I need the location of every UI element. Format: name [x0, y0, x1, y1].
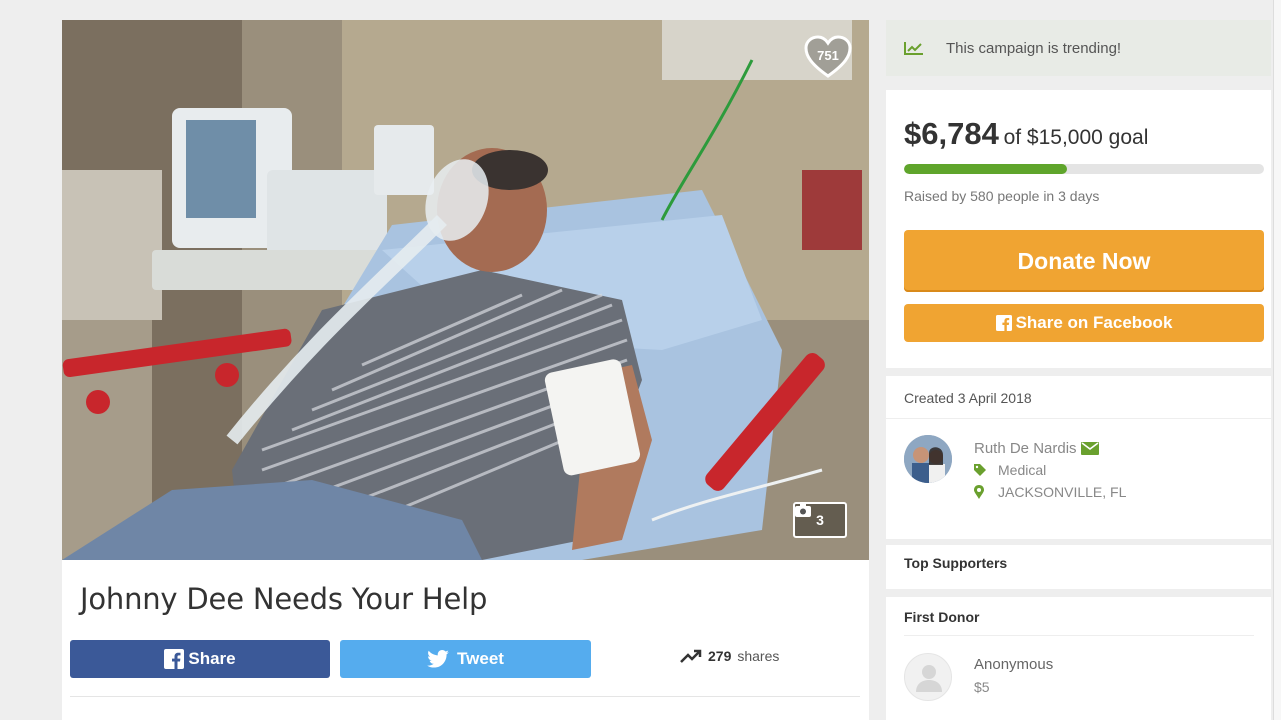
top-supporters-title: Top Supporters	[904, 555, 1008, 571]
twitter-icon	[427, 650, 449, 668]
donate-now-button[interactable]: Donate Now	[904, 230, 1264, 292]
facebook-share-label: Share	[188, 649, 236, 668]
envelope-icon[interactable]	[1080, 442, 1099, 455]
divider	[886, 418, 1271, 419]
category-row: Medical	[974, 462, 1046, 478]
organizer-panel: Created 3 April 2018 Ruth De Nardis Medi…	[886, 376, 1271, 539]
location: JACKSONVILLE, FL	[998, 484, 1127, 500]
amount-raised: $6,784 of $15,000 goal	[904, 116, 1148, 152]
tweet-label: Tweet	[457, 649, 504, 668]
donor-avatar	[904, 653, 952, 701]
first-donor-name: Anonymous	[974, 656, 1054, 673]
trending-banner: This campaign is trending!	[886, 20, 1271, 76]
user-icon	[916, 665, 942, 692]
top-supporters-panel: Top Supporters	[886, 545, 1271, 589]
photo-gallery-button[interactable]: 3	[793, 502, 847, 538]
shares-label: shares	[737, 648, 780, 664]
trending-icon	[680, 649, 702, 663]
trending-text: This campaign is trending!	[946, 39, 1122, 57]
share-row: Share Tweet 279 shares	[70, 640, 860, 678]
progress-bar-fill	[904, 164, 1067, 174]
facebook-share-button[interactable]: Share	[70, 640, 330, 678]
funding-panel: $6,784 of $15,000 goal Raised by 580 peo…	[886, 90, 1271, 368]
campaign-photo[interactable]: 751 3	[62, 20, 869, 560]
divider	[70, 696, 860, 697]
raised-amount: $6,784	[904, 116, 999, 151]
progress-bar	[904, 164, 1264, 174]
category[interactable]: Medical	[998, 462, 1046, 478]
goal-text: of $15,000 goal	[1003, 126, 1149, 149]
organizer-avatar[interactable]	[904, 435, 952, 483]
facebook-icon	[164, 649, 185, 669]
campaign-main-card: 751 3 Johnny Dee Needs Your Help Share T…	[62, 20, 869, 720]
location-row: JACKSONVILLE, FL	[974, 484, 1126, 500]
campaign-title: Johnny Dee Needs Your Help	[80, 582, 488, 616]
share-on-facebook-button[interactable]: Share on Facebook	[904, 304, 1264, 342]
like-count: 751	[817, 48, 839, 63]
share-on-facebook-label: Share on Facebook	[1015, 313, 1173, 332]
organizer-name[interactable]: Ruth De Nardis	[974, 440, 1077, 457]
facebook-icon	[995, 315, 1012, 331]
first-donor-title: First Donor	[904, 609, 980, 625]
organizer-photo	[904, 435, 952, 483]
scrollbar[interactable]	[1273, 0, 1281, 720]
created-date: Created 3 April 2018	[904, 390, 1032, 406]
trending-chart-icon	[904, 42, 923, 55]
raised-by-text: Raised by 580 people in 3 days	[904, 188, 1100, 204]
hospital-photo-illustration	[62, 20, 869, 560]
tag-icon	[974, 464, 986, 476]
organizer-name-row: Ruth De Nardis	[974, 440, 1099, 457]
divider	[904, 635, 1254, 636]
camera-icon	[795, 504, 811, 517]
tweet-button[interactable]: Tweet	[340, 640, 591, 678]
location-pin-icon	[974, 485, 984, 499]
first-donor-amount: $5	[974, 679, 990, 695]
share-count: 279 shares	[680, 648, 779, 664]
first-donor-panel: First Donor Anonymous $5	[886, 597, 1271, 720]
photo-count: 3	[816, 512, 824, 528]
like-button[interactable]: 751	[803, 34, 853, 80]
share-count-number: 279	[708, 648, 732, 664]
